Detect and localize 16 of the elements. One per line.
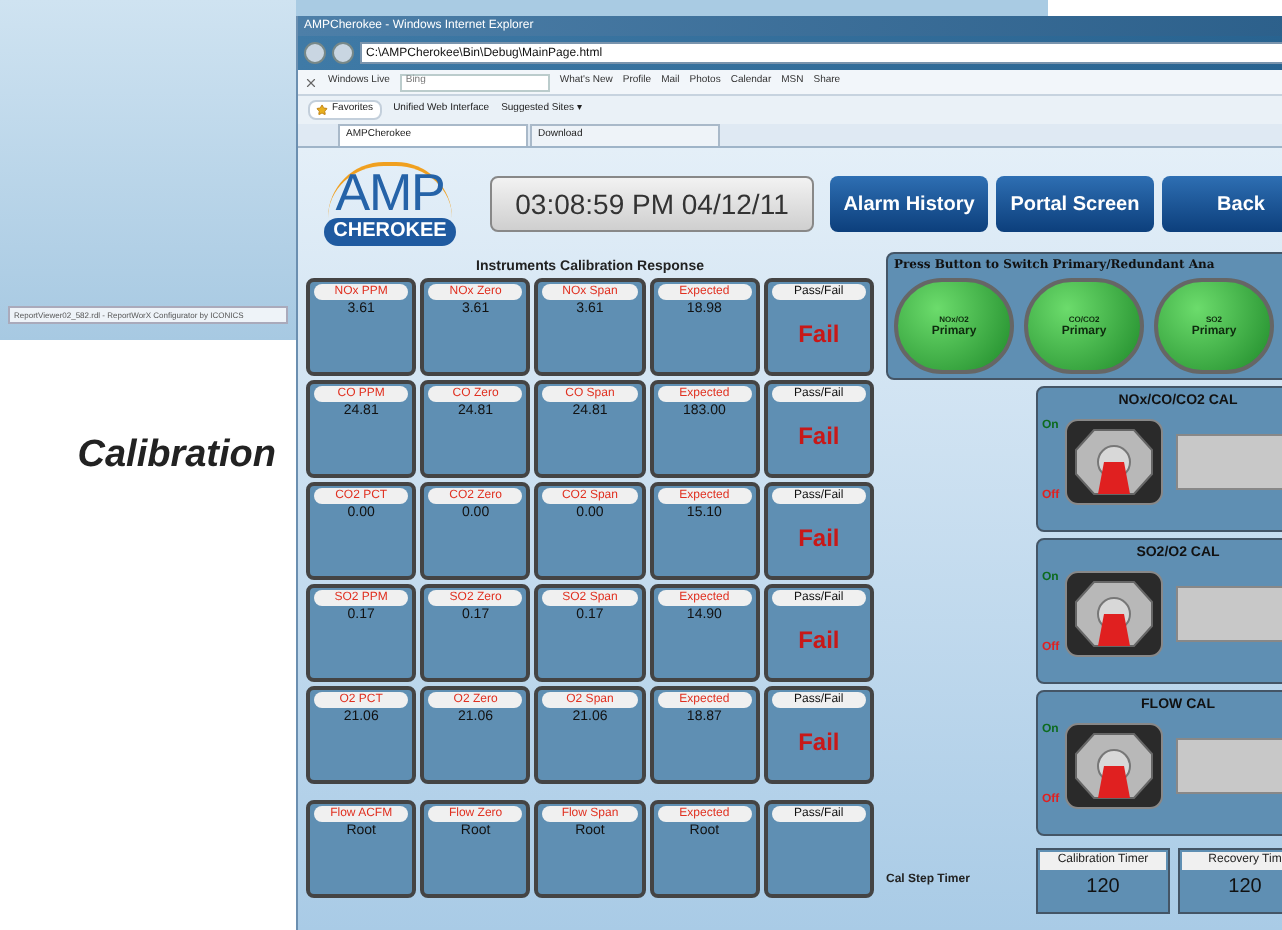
status-display xyxy=(1175,434,1282,490)
star-icon xyxy=(316,104,328,116)
nav-button[interactable]: Portal Screen xyxy=(996,176,1154,232)
forward-button[interactable] xyxy=(332,42,354,64)
nav-button[interactable]: Alarm History xyxy=(830,176,988,232)
logo: AMP CHEROKEE xyxy=(306,162,474,246)
toggle-switch[interactable] xyxy=(1063,418,1164,506)
toggle-switch[interactable] xyxy=(1063,722,1164,810)
status-display xyxy=(1175,738,1282,794)
close-icon[interactable] xyxy=(304,75,318,89)
caption: Calibration xyxy=(77,432,276,476)
toggle-switch[interactable] xyxy=(1063,570,1164,658)
nav-button[interactable]: Back xyxy=(1162,176,1282,232)
status-display xyxy=(1175,586,1282,642)
back-button[interactable] xyxy=(304,42,326,64)
clock-display: 03:08:59 PM 04/12/11 xyxy=(490,176,814,232)
